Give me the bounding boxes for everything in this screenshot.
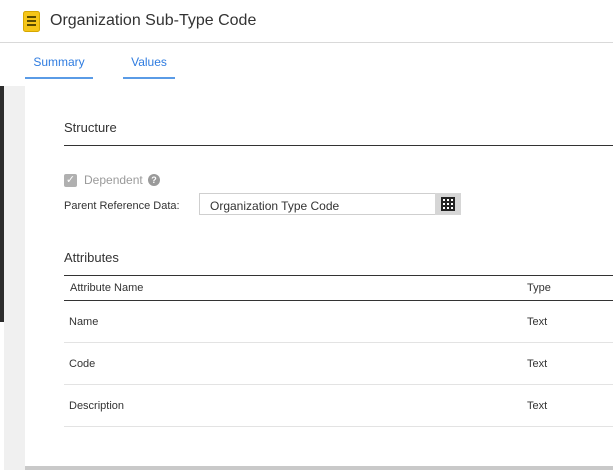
attribute-type-cell: Text [527, 316, 548, 328]
parent-reference-label: Parent Reference Data: [64, 200, 180, 212]
attribute-type-cell: Text [527, 358, 548, 370]
reference-data-icon [23, 11, 40, 32]
dependent-checkbox[interactable]: ✓ [64, 174, 77, 187]
attribute-name-cell: Code [69, 358, 96, 370]
tab-values[interactable]: Values [123, 55, 175, 79]
table-header: Attribute Name Type [64, 275, 613, 301]
attributes-table: Attribute Name Type Name Text Code Text … [64, 275, 613, 427]
lookup-button[interactable] [435, 193, 461, 215]
grid-lookup-icon [441, 197, 455, 211]
attribute-type-cell: Text [527, 400, 548, 412]
column-header-type: Type [527, 282, 551, 294]
panel-bottom-border [25, 466, 613, 470]
attributes-title: Attributes [64, 250, 119, 265]
attribute-name-cell: Name [69, 316, 99, 328]
table-row[interactable]: Code Text [64, 343, 613, 385]
table-row[interactable]: Name Text [64, 301, 613, 343]
parent-reference-field[interactable]: Organization Type Code [199, 193, 435, 215]
help-icon[interactable]: ? [148, 174, 160, 186]
tab-bar: Summary Values [0, 43, 613, 86]
table-row[interactable]: Description Text [64, 385, 613, 427]
dependent-label: Dependent [84, 173, 143, 187]
page-title: Organization Sub-Type Code [50, 12, 257, 29]
column-header-attribute-name: Attribute Name [70, 282, 144, 294]
structure-divider [64, 145, 613, 146]
attribute-name-cell: Description [69, 400, 125, 412]
page-header: Organization Sub-Type Code [0, 0, 613, 43]
content-panel: Structure ✓ Dependent ? Parent Reference… [25, 86, 613, 466]
tab-summary[interactable]: Summary [25, 55, 93, 79]
structure-title: Structure [64, 120, 117, 135]
